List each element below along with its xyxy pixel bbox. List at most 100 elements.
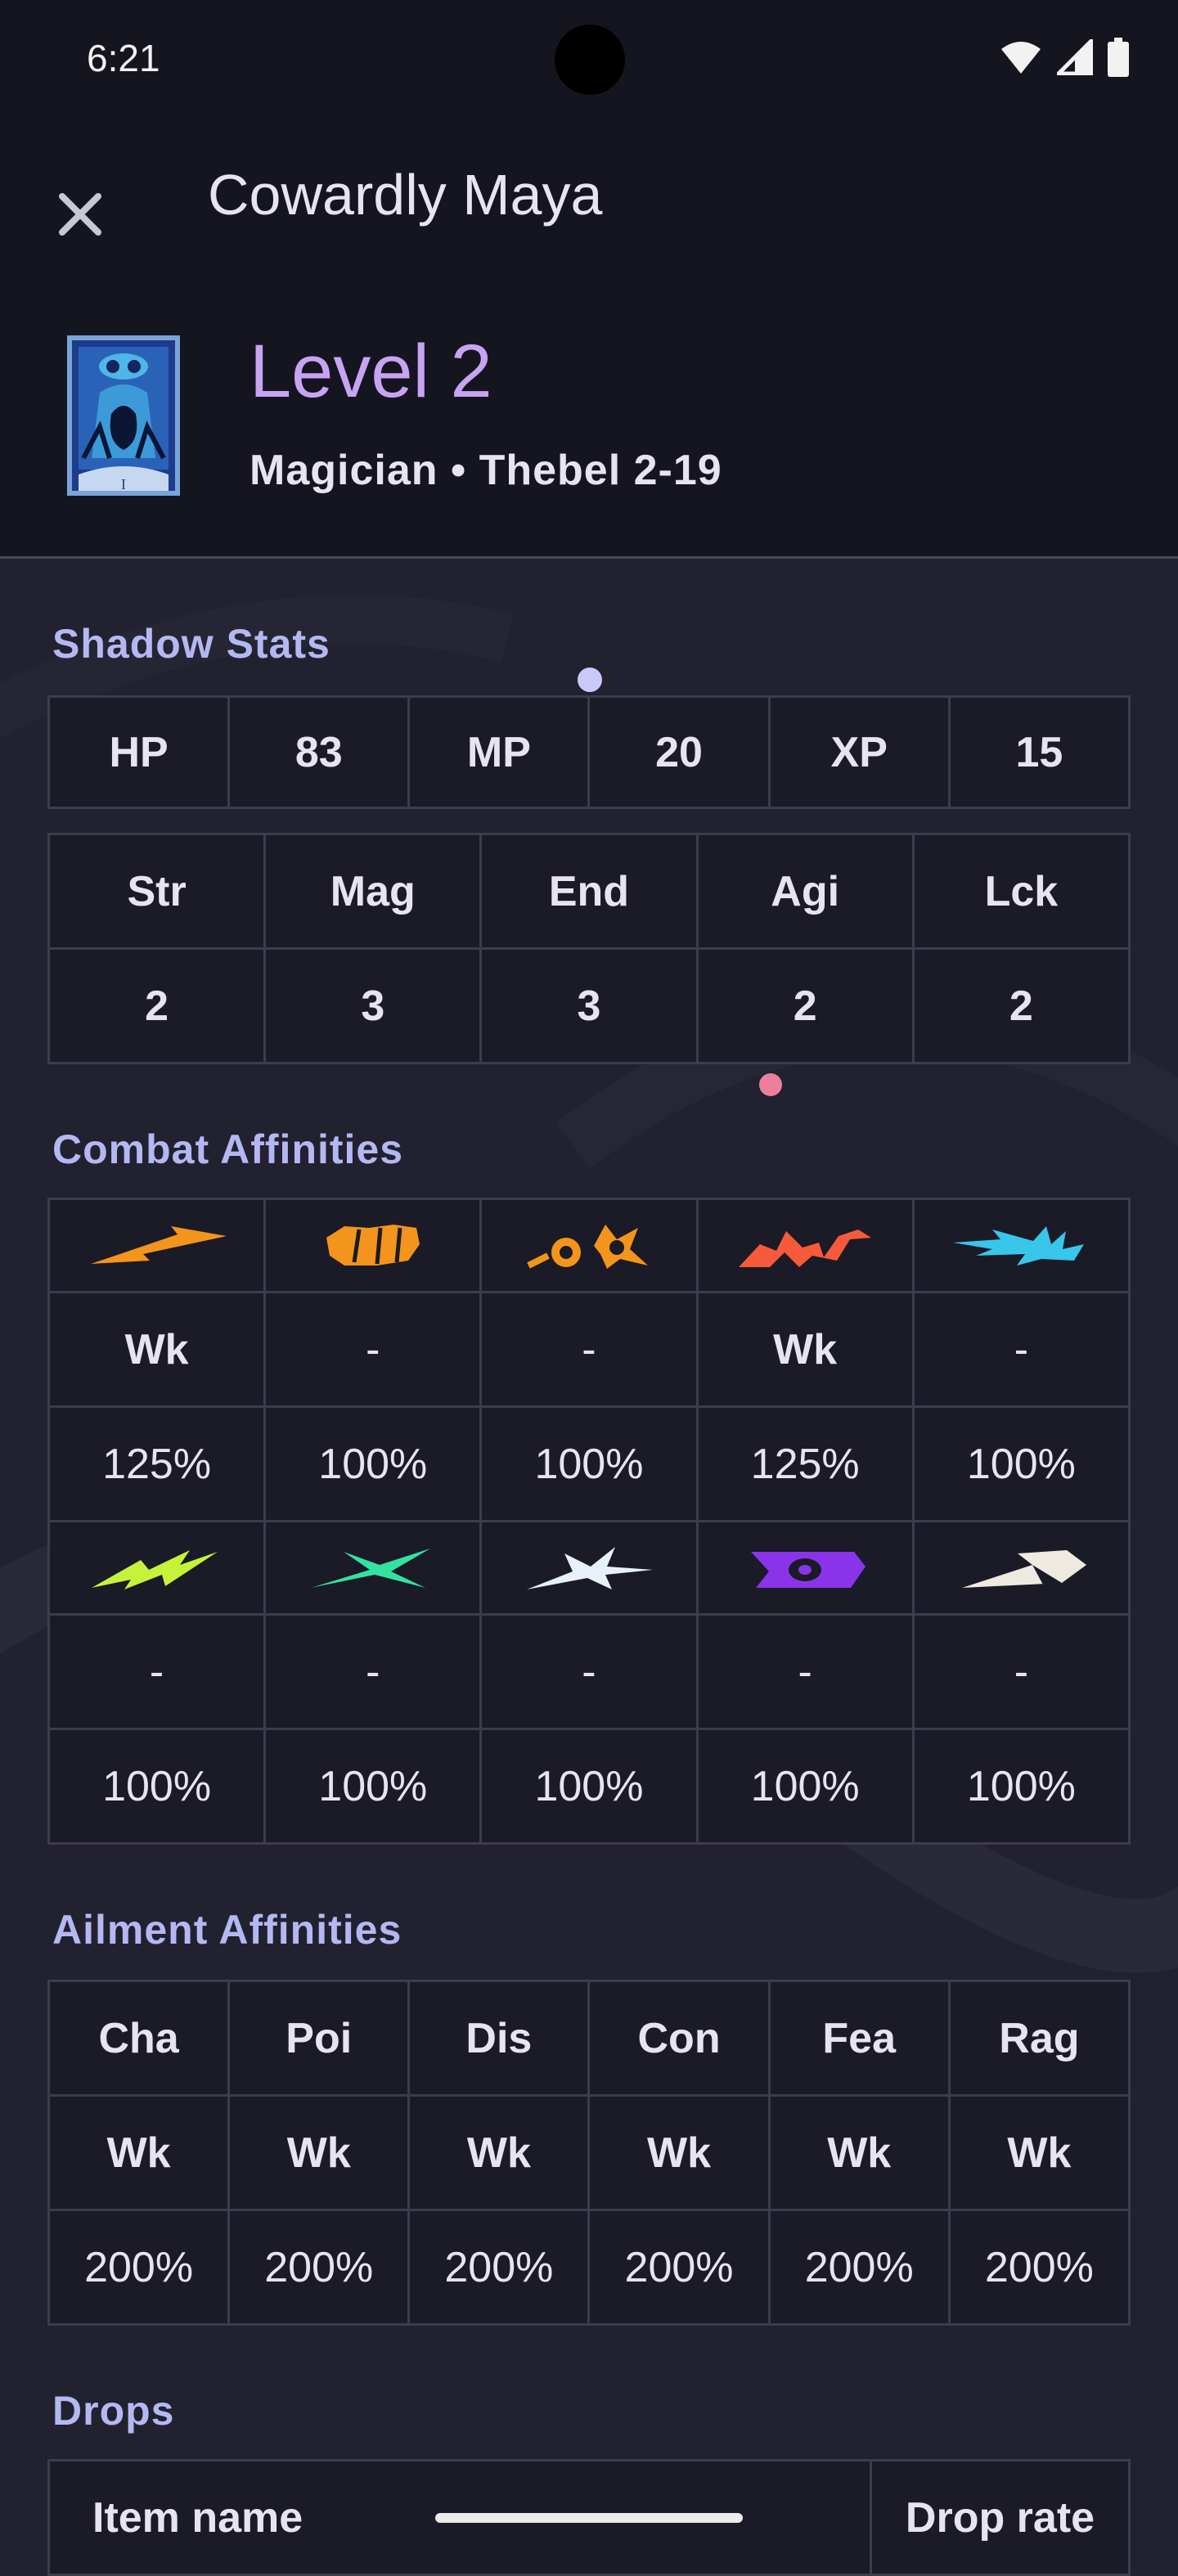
ailment-status: Wk: [47, 2094, 231, 2211]
affinity-status: -: [263, 1613, 483, 1730]
stats-row-hp-mp-xp: HP 83 MP 20 XP 15: [47, 695, 1131, 809]
ailment-multiplier: 200%: [587, 2209, 771, 2326]
affinity-status-row: - - - - -: [47, 1613, 1131, 1730]
status-icons: [1000, 36, 1129, 79]
stat-value-hp: 83: [227, 695, 411, 809]
affinity-status: -: [911, 1613, 1131, 1730]
stat-label-xp: XP: [767, 695, 951, 809]
shadow-arcana-location: Magician • Thebel 2-19: [250, 447, 722, 494]
ailment-status: Wk: [947, 2094, 1131, 2211]
affinity-multiplier-row: 125% 100% 100% 125% 100%: [47, 1405, 1131, 1522]
affinity-status: -: [479, 1291, 699, 1408]
ailment-multiplier: 200%: [407, 2209, 591, 2326]
affinity-multiplier: 100%: [911, 1405, 1131, 1522]
affinity-status: -: [479, 1613, 699, 1730]
affinity-multiplier: 125%: [695, 1405, 915, 1522]
stat-label-hp: HP: [47, 695, 231, 809]
section-title-shadow-stats: Shadow Stats: [52, 621, 330, 667]
section-title-ailment-affinities: Ailment Affinities: [52, 1907, 402, 1953]
ailment-multiplier: 200%: [767, 2209, 951, 2326]
attribute-value: 3: [479, 947, 699, 1064]
status-bar: 6:21: [0, 0, 1178, 115]
affinity-icon-row: [47, 1520, 1131, 1616]
signal-icon: [1057, 39, 1093, 75]
affinity-multiplier: 100%: [263, 1405, 483, 1522]
dark-icon: [751, 1551, 866, 1588]
affinity-multiplier: 100%: [911, 1728, 1131, 1845]
affinity-status: -: [911, 1291, 1131, 1408]
close-icon: [59, 193, 101, 236]
stat-value-mp: 20: [587, 695, 771, 809]
pierce-icon: [527, 1224, 648, 1269]
shadow-stats-table: HP 83 MP 20 XP 15: [47, 695, 1131, 809]
attribute-value: 2: [47, 947, 267, 1064]
affinity-multiplier: 100%: [479, 1728, 699, 1845]
fire-icon: [739, 1229, 872, 1267]
attribute-header: Lck: [911, 833, 1131, 950]
drops-column-drop-rate: Drop rate: [870, 2459, 1131, 2576]
attribute-header-row: Str Mag End Agi Lck: [47, 833, 1131, 950]
slash-icon: [90, 1225, 227, 1264]
affinity-multiplier: 100%: [263, 1728, 483, 1845]
magician-tarot-card-icon: I: [67, 335, 180, 496]
attribute-value: 3: [263, 947, 483, 1064]
ailment-header: Cha: [47, 1980, 231, 2097]
affinity-multiplier: 100%: [47, 1728, 267, 1845]
card-numeral: I: [121, 476, 126, 492]
ailment-header: Fea: [767, 1980, 951, 2097]
ailment-multiplier-row: 200% 200% 200% 200% 200% 200%: [47, 2209, 1131, 2326]
attribute-value: 2: [911, 947, 1131, 1064]
ailment-status-row: Wk Wk Wk Wk Wk Wk: [47, 2094, 1131, 2211]
ice-icon: [953, 1225, 1085, 1266]
affinity-status: Wk: [695, 1291, 915, 1408]
close-button[interactable]: [47, 182, 113, 247]
decor-dot: [759, 1073, 782, 1096]
ailment-multiplier: 200%: [227, 2209, 411, 2326]
strike-icon: [326, 1224, 420, 1266]
attribute-header: End: [479, 833, 699, 950]
ailment-multiplier: 200%: [47, 2209, 231, 2326]
affinity-status-row: Wk - - Wk -: [47, 1291, 1131, 1408]
ailment-status: Wk: [587, 2094, 771, 2211]
home-indicator[interactable]: [435, 2513, 743, 2523]
ailment-header: Con: [587, 1980, 771, 2097]
ailment-header-row: Cha Poi Dis Con Fea Rag: [47, 1980, 1131, 2097]
ailment-header: Poi: [227, 1980, 411, 2097]
ailment-affinities-table: Cha Poi Dis Con Fea Rag Wk Wk Wk Wk Wk W…: [47, 1980, 1131, 2326]
affinity-status: -: [47, 1613, 267, 1730]
wind-icon: [310, 1548, 430, 1588]
affinity-multiplier: 100%: [695, 1728, 915, 1845]
attribute-header: Mag: [263, 833, 483, 950]
camera-cutout: [555, 25, 625, 95]
decor-dot: [578, 668, 602, 692]
section-title-combat-affinities: Combat Affinities: [52, 1126, 404, 1172]
stat-label-mp: MP: [407, 695, 591, 809]
status-time: 6:21: [87, 37, 160, 79]
affinity-multiplier-row: 100% 100% 100% 100% 100%: [47, 1728, 1131, 1845]
shadow-header: Cowardly Maya I Level 2 Magician • Thebe…: [0, 115, 1178, 559]
battery-icon: [1108, 38, 1129, 77]
affinity-status: Wk: [47, 1291, 267, 1408]
attribute-header: Str: [47, 833, 267, 950]
attribute-value: 2: [695, 947, 915, 1064]
ailment-multiplier: 200%: [947, 2209, 1131, 2326]
attribute-stats-table: Str Mag End Agi Lck 2 3 3 2 2: [47, 833, 1131, 1064]
attribute-header: Agi: [695, 833, 915, 950]
affinity-icon-row: [47, 1198, 1131, 1293]
ailment-header: Rag: [947, 1980, 1131, 2097]
light-icon: [962, 1549, 1087, 1588]
electric-icon: [91, 1549, 218, 1589]
almighty-icon: [526, 1546, 653, 1589]
section-title-drops: Drops: [52, 2388, 175, 2434]
ailment-status: Wk: [767, 2094, 951, 2211]
affinity-status: -: [263, 1291, 483, 1408]
page-title: Cowardly Maya: [208, 163, 603, 227]
ailment-status: Wk: [407, 2094, 591, 2211]
stat-value-xp: 15: [947, 695, 1131, 809]
shadow-level: Level 2: [250, 330, 492, 413]
affinity-multiplier: 125%: [47, 1405, 267, 1522]
combat-affinities-table: Wk - - Wk - 125% 100% 100% 125% 100% - -…: [47, 1198, 1131, 1845]
ailment-status: Wk: [227, 2094, 411, 2211]
affinity-multiplier: 100%: [479, 1405, 699, 1522]
attribute-value-row: 2 3 3 2 2: [47, 947, 1131, 1064]
